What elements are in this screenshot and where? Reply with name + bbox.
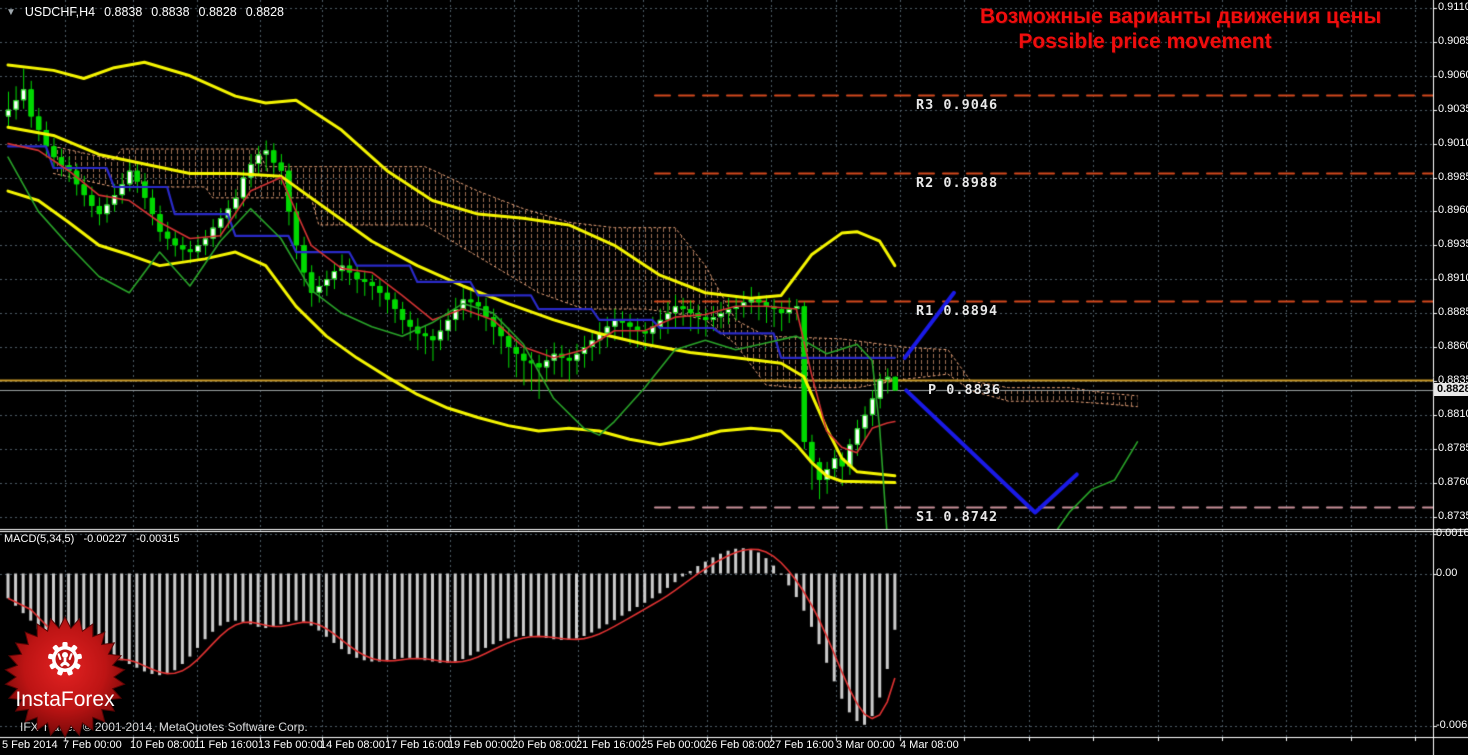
- annotation-line-en: Possible price movement: [1018, 30, 1272, 53]
- time-tick-label: 25 Feb 00:00: [641, 739, 706, 751]
- price-tick-label: 0.9110: [1438, 1, 1468, 13]
- quote-low: 0.8828: [198, 5, 237, 19]
- price-movement-annotation: Возможные варианты движения цены Possibl…: [980, 4, 1382, 54]
- macd-tick-label: 0.00: [1436, 567, 1458, 579]
- macd-tick-label: -0.00615: [1436, 719, 1468, 731]
- time-tick-label: 20 Feb 08:00: [512, 739, 577, 751]
- price-tick-label: 0.9010: [1438, 137, 1468, 149]
- macd-tick-label: 0.0016: [1436, 527, 1468, 539]
- time-tick-label: 26 Feb 08:00: [705, 739, 770, 751]
- quote-open: 0.8838: [104, 5, 143, 19]
- pivot-label-r3: R3 0.9046: [916, 97, 999, 113]
- pivot-label-r1: R1 0.8894: [916, 303, 999, 319]
- pivot-label-p: P 0.8836: [928, 382, 1002, 398]
- price-tick-label: 0.8810: [1438, 408, 1468, 420]
- macd-value-1: -0.00227: [83, 533, 127, 545]
- symbol-period: USDCHF,H4: [24, 5, 96, 19]
- logo-text: InstaForex: [15, 688, 115, 711]
- price-tick-label: 0.8885: [1438, 306, 1468, 318]
- quote-high: 0.8838: [151, 5, 190, 19]
- price-tick-label: 0.8760: [1438, 476, 1468, 488]
- time-tick-label: 3 Mar 00:00: [836, 739, 895, 751]
- time-tick-label: 11 Feb 16:00: [194, 739, 259, 751]
- time-tick-label: 27 Feb 16:00: [769, 739, 834, 751]
- price-tick-label: 0.9035: [1438, 103, 1468, 115]
- quote-header: ▼ USDCHF,H4 0.8838 0.8838 0.8828 0.8828: [6, 5, 284, 19]
- price-tick-label: 0.8860: [1438, 340, 1468, 352]
- time-tick-label: 4 Mar 08:00: [900, 739, 959, 751]
- annotation-line-ru: Возможные варианты движения цены: [980, 5, 1382, 28]
- price-tick-label: 0.8785: [1438, 442, 1468, 454]
- collapse-triangle-icon[interactable]: ▼: [6, 7, 16, 18]
- time-tick-label: 17 Feb 16:00: [385, 739, 450, 751]
- time-tick-label: 13 Feb 00:00: [258, 739, 323, 751]
- quote-close: 0.8828: [245, 5, 284, 19]
- current-price-tag: 0.8828: [1434, 383, 1468, 396]
- price-tick-label: 0.8735: [1438, 510, 1468, 522]
- pivot-label-r2: R2 0.8988: [916, 175, 999, 191]
- time-tick-label: 10 Feb 08:00: [130, 739, 195, 751]
- time-tick-label: 19 Feb 00:00: [448, 739, 513, 751]
- macd-indicator-label: MACD(5,34,5) -0.00227 -0.00315: [4, 533, 180, 545]
- time-tick-label: 14 Feb 08:00: [320, 739, 385, 751]
- pivot-label-s1: S1 0.8742: [916, 509, 999, 525]
- price-tick-label: 0.8985: [1438, 171, 1468, 183]
- time-tick-label: 21 Feb 16:00: [576, 739, 641, 751]
- price-tick-label: 0.9060: [1438, 69, 1468, 81]
- instaforex-logo[interactable]: InstaForex: [3, 613, 127, 741]
- price-tick-label: 0.8960: [1438, 204, 1468, 216]
- trading-chart-window: ▼ USDCHF,H4 0.8838 0.8838 0.8828 0.8828 …: [0, 0, 1468, 755]
- macd-value-2: -0.00315: [136, 533, 180, 545]
- price-tick-label: 0.8935: [1438, 238, 1468, 250]
- starburst-shape: [4, 615, 126, 739]
- price-tick-label: 0.9085: [1438, 35, 1468, 47]
- chart-canvas[interactable]: [0, 0, 1468, 755]
- price-tick-label: 0.8910: [1438, 272, 1468, 284]
